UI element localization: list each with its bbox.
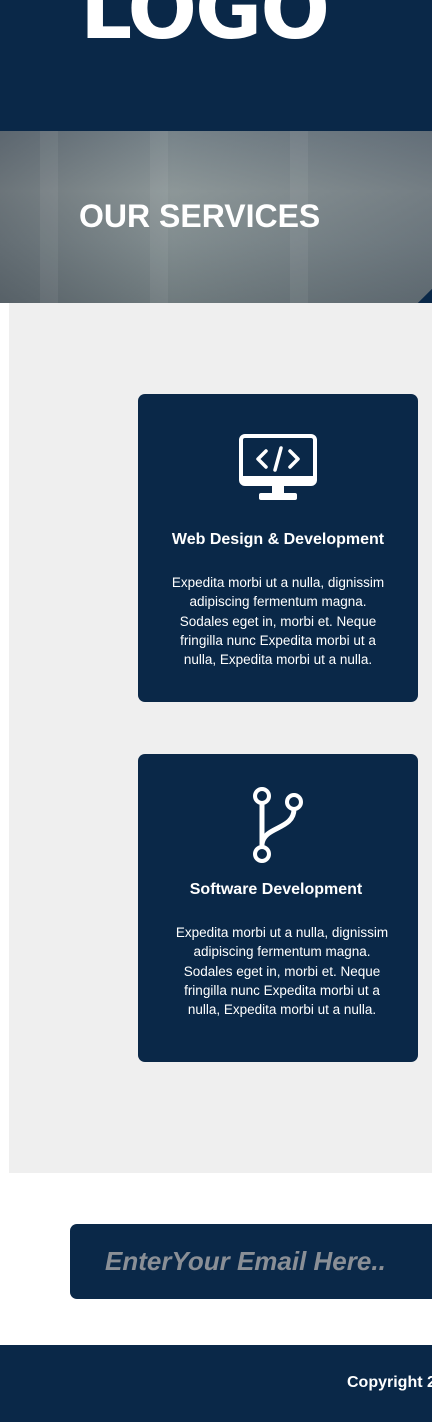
service-description: Expedita morbi ut a nulla, dignissim adi… [171,575,385,668]
service-description: Expedita morbi ut a nulla, dignissim adi… [175,925,389,1018]
site-header: LOGO [0,0,432,131]
code-branch-icon [253,787,303,863]
copyright-text: Copyright 2 [347,1374,432,1391]
hero-banner: OUR SERVICES [0,131,432,303]
page-title: OUR SERVICES [79,198,321,234]
newsletter-form [70,1224,432,1299]
hero-background-stripe [40,131,58,303]
logo[interactable]: LOGO [80,0,330,52]
email-input[interactable] [70,1224,432,1299]
site-footer: Copyright 2 [0,1345,432,1422]
monitor-code-icon [239,434,317,500]
service-card-web-design[interactable]: Web Design & Development Expedita morbi … [138,394,418,702]
service-title: Software Development [189,881,363,898]
service-card-software-development[interactable]: Software Development Expedita morbi ut a… [138,754,418,1062]
hero-corner-accent [417,288,432,303]
service-title: Web Design & Development [171,531,385,548]
